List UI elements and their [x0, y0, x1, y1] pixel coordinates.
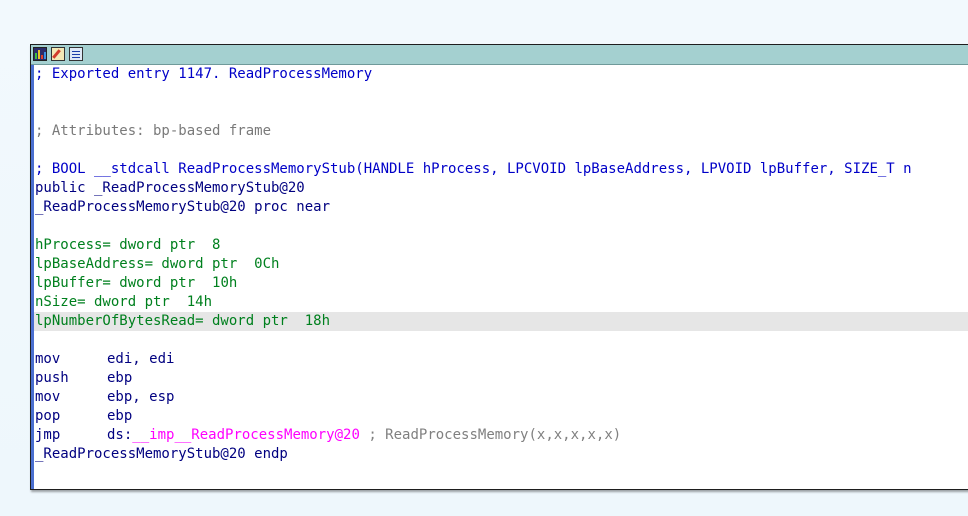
instruction-operands: ebp — [107, 370, 133, 386]
public-declaration[interactable]: public _ReadProcessMemoryStub@20 — [34, 179, 968, 198]
attributes-comment: ; Attributes: bp-based frame — [35, 123, 272, 139]
segment-prefix: ds: — [107, 427, 133, 443]
disassembly-window: ; Exported entry 1147. ReadProcessMemory… — [30, 44, 968, 490]
jmp-comment: ; ReadProcessMemory(x,x,x,x,x) — [368, 427, 622, 443]
stack-var-offset: 14h — [186, 294, 213, 310]
edit-icon[interactable] — [51, 47, 65, 61]
disassembly-toolbar — [31, 45, 968, 65]
disassembly-listing[interactable]: ; Exported entry 1147. ReadProcessMemory… — [31, 65, 968, 489]
instruction-mnemonic: jmp — [35, 427, 61, 443]
proc-declaration[interactable]: _ReadProcessMemoryStub@20 proc near — [34, 198, 968, 217]
stack-var-name: nSize= dword ptr — [35, 294, 170, 310]
stack-var-offset: 18h — [304, 313, 331, 329]
stack-var-line[interactable]: lpBaseAddress= dword ptr 0Ch — [34, 255, 968, 274]
stack-var-name: hProcess= dword ptr — [35, 237, 196, 253]
jmp-instruction-line[interactable]: jmp ds:__imp__ReadProcessMemory@20 ; Read… — [34, 426, 968, 445]
instruction-operands: ebp — [107, 408, 133, 424]
instruction-mnemonic: mov — [35, 389, 61, 405]
instruction-mnemonic: mov — [35, 351, 61, 367]
instruction-operands: ebp, esp — [107, 389, 175, 405]
stack-var-name: lpNumberOfBytesRead= dword ptr — [35, 313, 288, 329]
instruction-operands: edi, edi — [107, 351, 175, 367]
endp-declaration[interactable]: _ReadProcessMemoryStub@20 endp — [34, 445, 968, 464]
stack-var-name: lpBuffer= dword ptr — [35, 275, 196, 291]
stack-var-line[interactable]: lpBuffer= dword ptr 10h — [34, 274, 968, 293]
stack-var-line-selected[interactable]: lpNumberOfBytesRead= dword ptr 18h — [34, 312, 968, 331]
stack-var-offset: 8 — [212, 237, 221, 253]
stack-var-name: lpBaseAddress= dword ptr — [35, 256, 238, 272]
instruction-line[interactable]: pop ebp — [34, 407, 968, 426]
stack-var-line[interactable]: hProcess= dword ptr 8 — [34, 236, 968, 255]
export-comment: ; Exported entry 1147. ReadProcessMemory — [35, 66, 373, 82]
prototype-comment: ; BOOL __stdcall ReadProcessMemoryStub(H… — [35, 161, 912, 177]
stack-var-offset: 10h — [212, 275, 238, 291]
hex-view-icon[interactable] — [69, 47, 83, 61]
stack-var-line[interactable]: nSize= dword ptr 14h — [34, 293, 968, 312]
import-target-link[interactable]: __imp__ReadProcessMemory@20 — [132, 427, 360, 443]
instruction-mnemonic: pop — [35, 408, 61, 424]
instruction-line[interactable]: mov edi, edi — [34, 350, 968, 369]
stack-var-offset: 0Ch — [254, 256, 280, 272]
instruction-mnemonic: push — [35, 370, 69, 386]
instruction-line[interactable]: push ebp — [34, 369, 968, 388]
graph-view-icon[interactable] — [33, 47, 47, 61]
instruction-line[interactable]: mov ebp, esp — [34, 388, 968, 407]
